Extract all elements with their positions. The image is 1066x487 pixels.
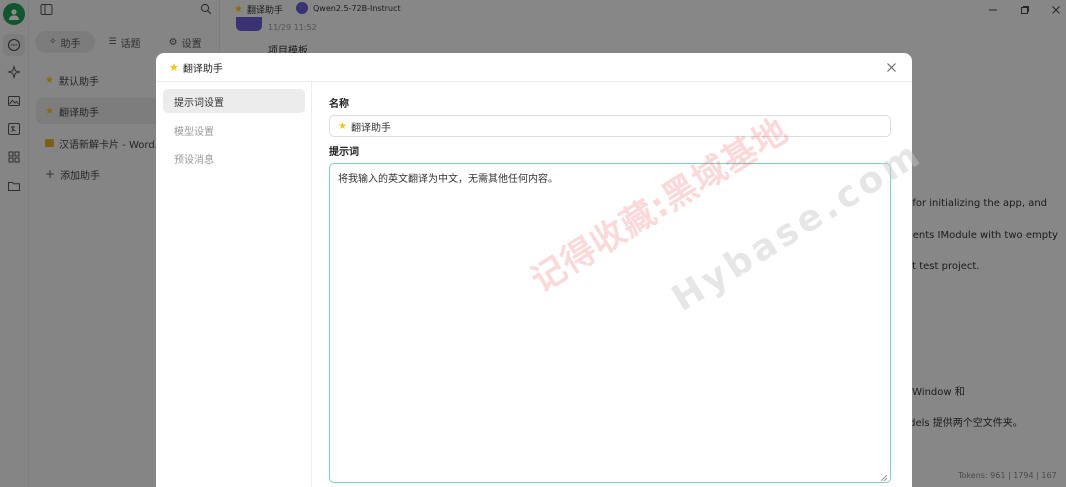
- nav-model-settings[interactable]: 模型设置: [163, 118, 305, 142]
- name-field[interactable]: ★ 翻译助手: [329, 115, 891, 137]
- name-value: 翻译助手: [350, 122, 391, 134]
- star-icon: ★: [169, 60, 179, 74]
- nav-label: 提示词设置: [174, 97, 224, 109]
- nav-prompt-settings[interactable]: 提示词设置: [163, 89, 305, 113]
- dialog-title: 翻译助手: [182, 63, 223, 75]
- nav-preset-messages[interactable]: 预设消息: [163, 146, 305, 170]
- prompt-label: 提示词: [329, 147, 359, 158]
- resize-handle-icon[interactable]: [880, 473, 888, 482]
- dialog-header: ★ 翻译助手: [156, 53, 912, 82]
- prompt-value: 将我输入的英文翻译为中文，无需其他任何内容。: [338, 174, 558, 185]
- dialog-body: 名称 ★ 翻译助手 提示词 将我输入的英文翻译为中文，无需其他任何内容。: [313, 82, 912, 487]
- dialog-nav: 提示词设置 模型设置 预设消息: [156, 82, 312, 487]
- close-icon[interactable]: [884, 60, 898, 74]
- nav-label: 预设消息: [174, 154, 214, 166]
- assistant-settings-dialog: ★ 翻译助手 提示词设置 模型设置 预设消息 名称 ★ 翻译助手 提示词 将我输…: [156, 53, 912, 487]
- name-label: 名称: [329, 99, 349, 110]
- nav-label: 模型设置: [174, 126, 214, 138]
- star-icon: ★: [338, 120, 347, 132]
- prompt-textarea[interactable]: 将我输入的英文翻译为中文，无需其他任何内容。: [329, 163, 891, 483]
